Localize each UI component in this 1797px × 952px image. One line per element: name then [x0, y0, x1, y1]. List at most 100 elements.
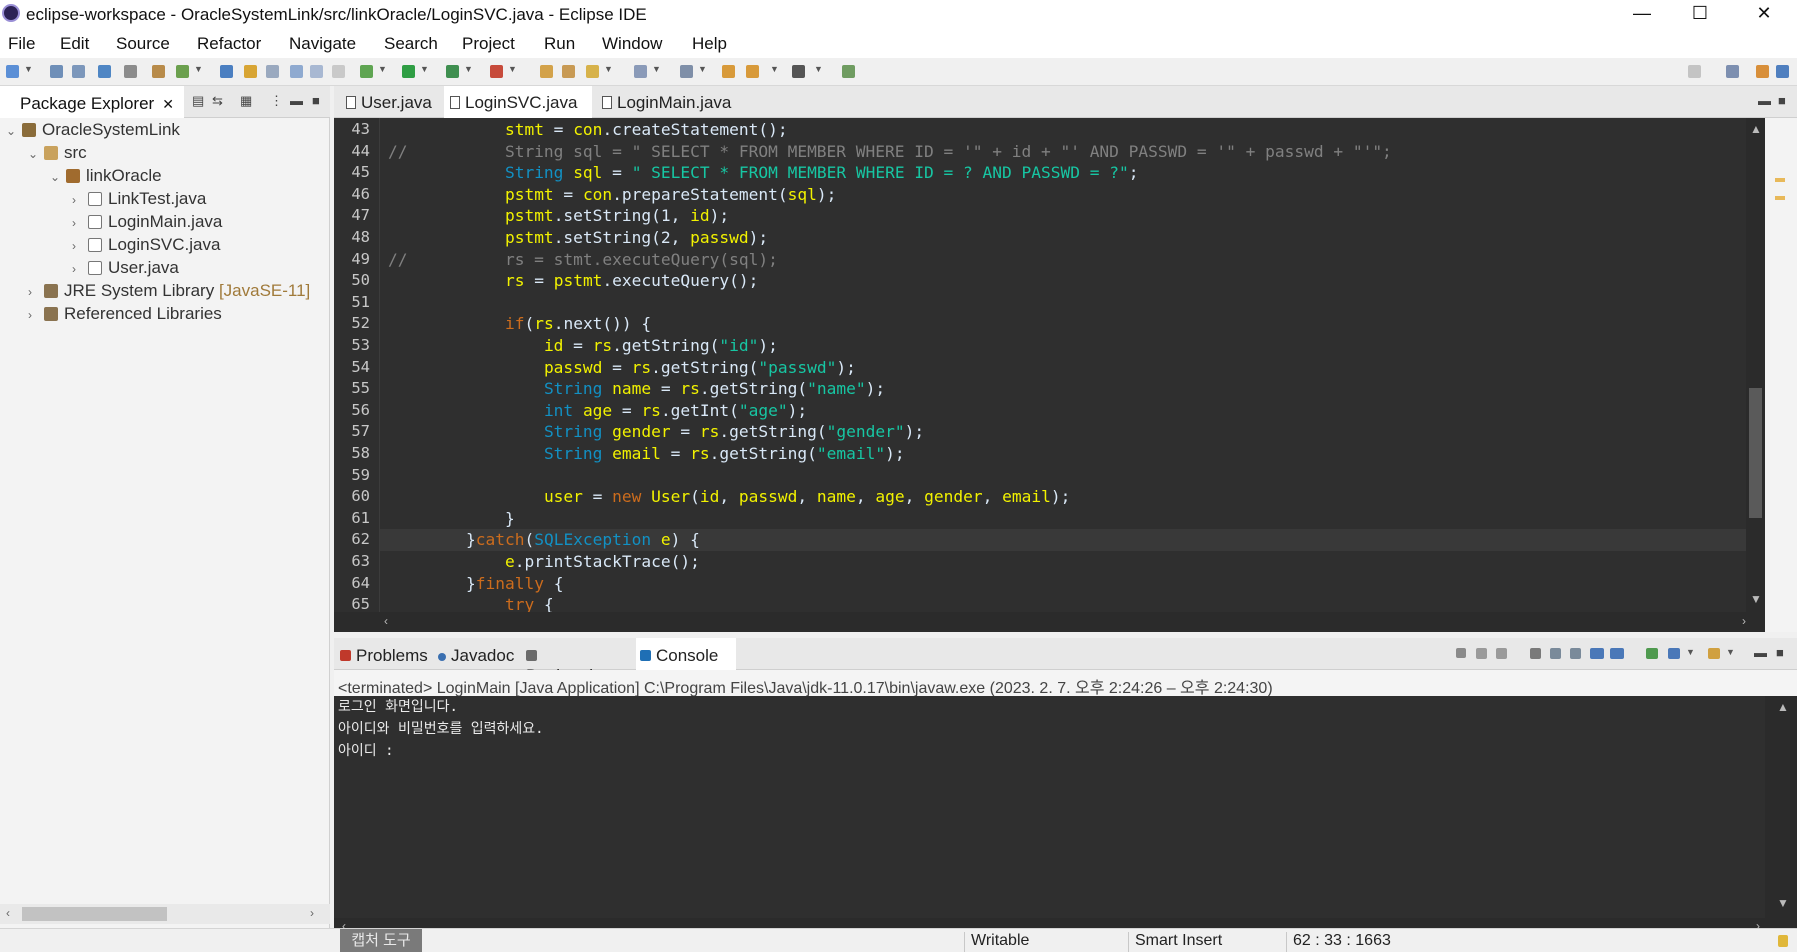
warning-marker[interactable]	[1775, 178, 1785, 182]
chevron-down-icon[interactable]: ▼	[604, 64, 613, 74]
chevron-down-icon[interactable]: ▼	[24, 64, 33, 74]
menu-edit[interactable]: Edit	[60, 34, 89, 54]
tree-item-loginsvc[interactable]: › LoginSVC.java	[72, 235, 220, 259]
snipping-tool-label[interactable]: 캡처 도구	[340, 929, 422, 952]
chevron-down-icon[interactable]: ▼	[770, 64, 779, 74]
menu-project[interactable]: Project	[462, 34, 515, 54]
tree-item-project[interactable]: ⌄ OracleSystemLink	[6, 120, 180, 144]
chevron-down-icon[interactable]: ▼	[194, 64, 203, 74]
minimize-view-icon[interactable]: ▬	[1758, 93, 1771, 108]
debug-icon[interactable]	[360, 65, 373, 78]
code-line[interactable]: pstmt = con.prepareStatement(sql);	[380, 184, 1746, 206]
code-line[interactable]: if(rs.next()) {	[380, 313, 1746, 335]
maximize-button[interactable]: ☐	[1671, 0, 1729, 28]
tab-package-explorer[interactable]: Package Explorer ✕	[0, 86, 184, 118]
forward-icon[interactable]	[792, 65, 805, 78]
scrollbar-thumb[interactable]	[22, 907, 167, 921]
tab-problems[interactable]: Problems	[336, 638, 428, 670]
console-output[interactable]: 로그인 화면입니다. 아이디와 비밀번호를 입력하세요. 아이디 :	[334, 696, 1765, 918]
external-tools-icon[interactable]	[490, 65, 503, 78]
next-annotation-icon[interactable]	[634, 65, 647, 78]
tab-user-java[interactable]: User.java	[340, 86, 436, 118]
close-icon[interactable]: ✕	[162, 96, 174, 112]
scroll-down-icon[interactable]: ▼	[1750, 592, 1762, 606]
menu-search[interactable]: Search	[384, 34, 438, 54]
new-java-project-icon[interactable]	[152, 65, 165, 78]
chevron-down-icon[interactable]: ⌄	[28, 147, 42, 161]
java-perspective-icon[interactable]	[1776, 65, 1789, 78]
chevron-down-icon[interactable]: ⌄	[50, 170, 64, 184]
scroll-lock-icon[interactable]	[1550, 648, 1561, 659]
menu-help[interactable]: Help	[692, 34, 727, 54]
tree-item-package[interactable]: ⌄ linkOracle	[50, 166, 162, 190]
run-icon[interactable]	[402, 65, 415, 78]
tree-item-referenced-libraries[interactable]: › Referenced Libraries	[28, 304, 222, 328]
code-line[interactable]: passwd = rs.getString("passwd");	[380, 357, 1746, 379]
tree-item-jre[interactable]: › JRE System Library [JavaSE-11]	[28, 281, 310, 305]
new-icon[interactable]	[6, 65, 19, 78]
clear-console-icon[interactable]	[1530, 648, 1541, 659]
scroll-left-icon[interactable]: ‹	[6, 906, 10, 920]
menu-window[interactable]: Window	[602, 34, 662, 54]
overview-ruler[interactable]	[1765, 118, 1797, 632]
chevron-right-icon[interactable]: ›	[72, 216, 86, 230]
tree-item-user[interactable]: › User.java	[72, 258, 179, 282]
remove-all-icon[interactable]	[1496, 648, 1507, 659]
back-icon[interactable]	[722, 65, 735, 78]
scrollbar-thumb[interactable]	[1749, 388, 1762, 518]
chevron-right-icon[interactable]: ›	[72, 239, 86, 253]
code-line[interactable]: try {	[380, 594, 1746, 612]
code-line[interactable]: }	[380, 508, 1746, 530]
chevron-down-icon[interactable]: ▼	[698, 64, 707, 74]
new-class-icon[interactable]	[220, 65, 233, 78]
editor-vertical-scrollbar[interactable]: ▲ ▼	[1746, 118, 1765, 612]
close-window-button[interactable]: ✕	[1735, 0, 1793, 28]
chevron-down-icon[interactable]: ▼	[652, 64, 661, 74]
menu-run[interactable]: Run	[544, 34, 575, 54]
code-line[interactable]: String gender = rs.getString("gender");	[380, 421, 1746, 443]
tree-item-loginmain[interactable]: › LoginMain.java	[72, 212, 222, 236]
remove-launch-icon[interactable]	[1476, 648, 1487, 659]
tab-javadoc[interactable]: Javadoc	[434, 638, 518, 670]
terminal-icon[interactable]	[98, 65, 111, 78]
back-history-icon[interactable]	[746, 65, 759, 78]
search-icon[interactable]	[1688, 65, 1701, 78]
open-console-icon[interactable]	[1708, 648, 1720, 659]
pin-console-icon[interactable]	[1646, 648, 1658, 659]
code-line[interactable]: e.printStackTrace();	[380, 551, 1746, 573]
tab-declaration[interactable]: Declaration	[522, 638, 626, 685]
code-line[interactable]: stmt = con.createStatement();	[380, 119, 1746, 141]
code-line[interactable]: }finally {	[380, 573, 1746, 595]
scroll-left-icon[interactable]: ‹	[384, 614, 388, 628]
open-type-icon[interactable]	[244, 65, 257, 78]
code-line[interactable]: pstmt.setString(2, passwd);	[380, 227, 1746, 249]
code-line[interactable]: user = new User(id, passwd, name, age, g…	[380, 486, 1746, 508]
code-line[interactable]: }catch(SQLException e) {	[380, 529, 1746, 551]
menu-navigate[interactable]: Navigate	[289, 34, 356, 54]
code-line[interactable]	[380, 292, 1746, 314]
java-ee-perspective-icon[interactable]	[1756, 65, 1769, 78]
code-line[interactable]: pstmt.setString(1, id);	[380, 205, 1746, 227]
chevron-down-icon[interactable]: ▼	[464, 64, 473, 74]
prev-annotation-icon[interactable]	[680, 65, 693, 78]
show-stderr-icon[interactable]	[1610, 648, 1624, 659]
chevron-right-icon[interactable]: ›	[72, 262, 86, 276]
chevron-down-icon[interactable]: ▼	[378, 64, 387, 74]
code-line[interactable]: String email = rs.getString("email");	[380, 443, 1746, 465]
coverage-icon[interactable]	[446, 65, 459, 78]
save-all-icon[interactable]	[72, 65, 85, 78]
code-editor[interactable]: 43 44 45 46 47 48 49 50 51 52 53 54 55 56 57 58 59 60 61 62…	[334, 118, 1797, 612]
filter-icon[interactable]: ▦	[240, 93, 252, 109]
toggle-mark-icon[interactable]	[290, 65, 303, 78]
new-package-icon[interactable]	[176, 65, 189, 78]
menu-refactor[interactable]: Refactor	[197, 34, 261, 54]
open-folder-icon[interactable]	[540, 65, 553, 78]
skip-breakpoints-icon[interactable]	[124, 65, 137, 78]
paragraph-icon[interactable]	[332, 65, 345, 78]
chevron-right-icon[interactable]: ›	[72, 193, 86, 207]
menu-file[interactable]: File	[8, 34, 35, 54]
maximize-view-icon[interactable]: ■	[312, 93, 320, 108]
minimize-button[interactable]: —	[1613, 0, 1671, 28]
tab-console[interactable]: Console ✕	[636, 638, 736, 684]
code-line[interactable]: String sql = " SELECT * FROM MEMBER WHER…	[380, 162, 1746, 184]
